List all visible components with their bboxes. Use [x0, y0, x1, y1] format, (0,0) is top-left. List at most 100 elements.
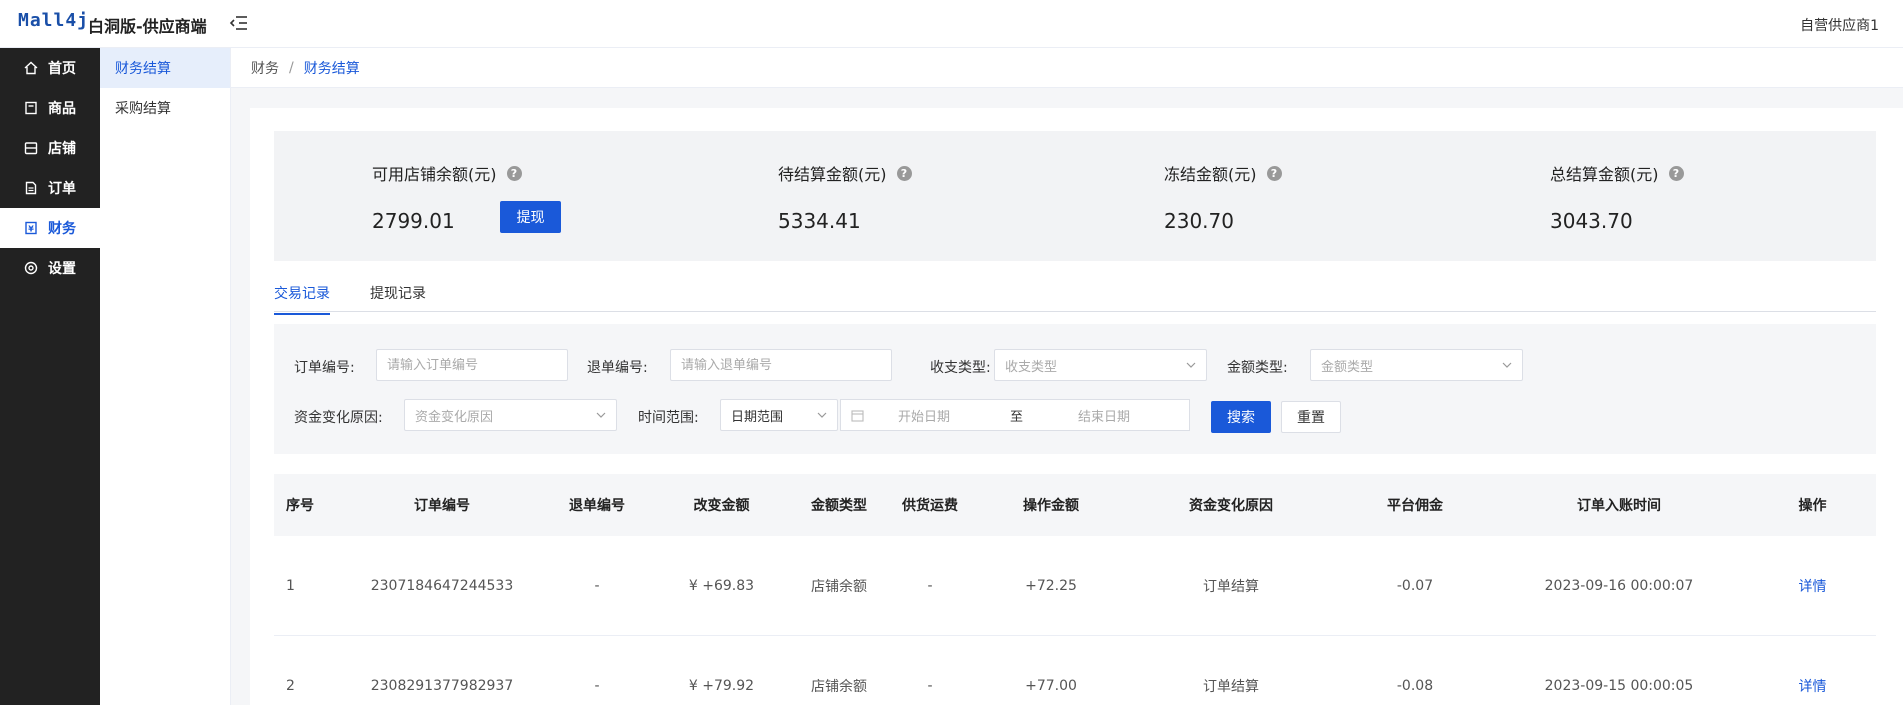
- amount-type-select[interactable]: 金额类型: [1310, 349, 1523, 381]
- refund-no-input[interactable]: [681, 357, 891, 373]
- sidebar-item-settings[interactable]: 设置: [0, 248, 100, 288]
- operation-amount-cell: +77.00: [1025, 677, 1077, 694]
- subnav-item-finance-settlement[interactable]: 财务结算: [100, 48, 230, 88]
- detail-link[interactable]: 详情: [1749, 576, 1876, 596]
- transaction-table: 序号 订单编号 退单编号 改变金额 金额类型 供货运费 操作金额 资金变化原因 …: [274, 474, 1876, 705]
- sidebar-item-home[interactable]: 首页: [0, 48, 100, 88]
- help-icon[interactable]: ?: [1266, 165, 1282, 181]
- reason-placeholder: 资金变化原因: [415, 409, 494, 425]
- finance-icon: ¥: [25, 221, 37, 235]
- io-type-placeholder: 收支类型: [1005, 359, 1058, 375]
- order-no-field[interactable]: [376, 349, 568, 381]
- menu-fold-icon[interactable]: [228, 12, 250, 34]
- sidebar-item-order[interactable]: 订单: [0, 168, 100, 208]
- logo: Mall4j: [18, 10, 90, 31]
- operation-amount-cell: +72.25: [1025, 577, 1077, 594]
- sidebar-item-goods[interactable]: 商品: [0, 88, 100, 128]
- total-settlement: 总结算金额(元) ? 3043.70: [1550, 161, 1684, 233]
- help-icon[interactable]: ?: [506, 165, 522, 181]
- table-header: 序号 订单编号 退单编号 改变金额 金额类型 供货运费 操作金额 资金变化原因 …: [274, 474, 1876, 536]
- home-icon: [24, 61, 38, 75]
- column-header: 操作: [1798, 498, 1827, 514]
- end-date-placeholder[interactable]: 结束日期: [1078, 406, 1130, 425]
- record-tabs: 交易记录 提现记录: [274, 280, 1876, 315]
- column-header: 平台佣金: [1387, 498, 1443, 514]
- search-button[interactable]: 搜索: [1211, 401, 1271, 433]
- table-row: 1 2307184647244533 - ¥ +69.83 店铺余额 - +72…: [274, 536, 1876, 636]
- freight-cell: -: [927, 577, 933, 594]
- column-header: 金额类型: [811, 498, 867, 514]
- date-range-picker[interactable]: 开始日期 至 结束日期: [840, 399, 1190, 431]
- commission-cell: -0.07: [1396, 577, 1434, 594]
- row-index: 2: [286, 677, 295, 694]
- balance-summary: 可用店铺余额(元) ? 2799.01 提现 待结算金额(元) ? 5334.4…: [274, 131, 1876, 261]
- filter-panel: 订单编号: 退单编号: 收支类型: 收支类型 金额类型: 金额类型 资金变化原因…: [274, 324, 1876, 454]
- tab-withdrawals[interactable]: 提现记录: [370, 283, 426, 313]
- detail-link[interactable]: 详情: [1749, 676, 1876, 696]
- top-header: Mall4j 白洞版-供应商端 自营供应商1: [0, 0, 1903, 48]
- pending-amount-label: 待结算金额(元): [778, 165, 887, 184]
- order-no-input[interactable]: [387, 357, 567, 373]
- refund-no-field[interactable]: [670, 349, 892, 381]
- time-range-type-value: 日期范围: [731, 409, 784, 425]
- reason-select[interactable]: 资金变化原因: [404, 399, 617, 431]
- chevron-down-icon: [1502, 362, 1512, 368]
- time-range-label: 时间范围:: [638, 410, 699, 426]
- amount-type-cell: 店铺余额: [811, 678, 867, 695]
- breadcrumb-parent[interactable]: 财务: [251, 58, 279, 78]
- app-title: 白洞版-供应商端: [88, 17, 207, 36]
- goods-icon: [25, 101, 37, 115]
- help-icon[interactable]: ?: [1668, 165, 1684, 181]
- breadcrumb: 财务 / 财务结算: [231, 48, 1903, 88]
- reason-cell: 订单结算: [1203, 578, 1259, 595]
- pending-amount-value: 5334.41: [778, 209, 861, 233]
- date-range-separator: 至: [1010, 409, 1024, 425]
- frozen-amount-label: 冻结金额(元): [1164, 165, 1257, 184]
- posted-time-cell: 2023-09-16 00:00:07: [1544, 577, 1694, 594]
- subnav-item-purchase-settlement[interactable]: 采购结算: [100, 88, 230, 128]
- sidebar-item-label: 财务: [48, 221, 76, 237]
- commission-cell: -0.08: [1396, 677, 1434, 694]
- reset-button[interactable]: 重置: [1281, 401, 1341, 433]
- start-date-placeholder[interactable]: 开始日期: [898, 406, 950, 425]
- help-icon[interactable]: ?: [896, 165, 912, 181]
- total-settlement-value: 3043.70: [1550, 209, 1633, 233]
- available-balance-label: 可用店铺余额(元): [372, 165, 497, 184]
- order-icon: [25, 181, 37, 195]
- frozen-amount: 冻结金额(元) ? 230.70: [1164, 161, 1282, 233]
- sidebar-item-label: 设置: [48, 261, 76, 277]
- io-type-label: 收支类型:: [930, 360, 991, 376]
- breadcrumb-current: 财务结算: [303, 60, 360, 77]
- time-range-type-select[interactable]: 日期范围: [720, 399, 838, 431]
- reason-label: 资金变化原因:: [294, 410, 383, 426]
- order-no-cell: 2307184647244533: [370, 577, 514, 594]
- tab-transactions[interactable]: 交易记录: [274, 283, 330, 315]
- sidebar-item-shop[interactable]: 店铺: [0, 128, 100, 168]
- refund-no-cell: -: [594, 577, 600, 594]
- column-header: 退单编号: [569, 498, 625, 514]
- sidebar-item-finance[interactable]: ¥ 财务: [0, 208, 100, 248]
- chevron-down-icon: [596, 412, 606, 418]
- column-header: 序号: [286, 498, 314, 514]
- column-header: 操作金额: [1023, 498, 1079, 514]
- user-name[interactable]: 自营供应商1: [1800, 15, 1879, 35]
- sidebar-item-label: 首页: [48, 61, 76, 77]
- chevron-down-icon: [1186, 362, 1196, 368]
- change-amount-cell: ¥ +79.92: [688, 677, 755, 694]
- column-header: 资金变化原因: [1189, 498, 1273, 514]
- column-header: 供货运费: [902, 498, 958, 514]
- svg-text:¥: ¥: [28, 225, 34, 234]
- calendar-icon: [851, 409, 864, 422]
- io-type-select[interactable]: 收支类型: [994, 349, 1207, 381]
- change-amount-cell: ¥ +69.83: [688, 577, 755, 594]
- amount-type-label: 金额类型:: [1227, 360, 1288, 376]
- shop-icon: [24, 142, 38, 155]
- amount-type-cell: 店铺余额: [811, 578, 867, 595]
- total-settlement-label: 总结算金额(元): [1550, 165, 1659, 184]
- sub-navigation: 财务结算 采购结算: [100, 48, 231, 705]
- table-row: 2 2308291377982937 - ¥ +79.92 店铺余额 - +77…: [274, 636, 1876, 705]
- sidebar-item-label: 商品: [48, 101, 76, 117]
- pending-amount: 待结算金额(元) ? 5334.41: [778, 161, 912, 233]
- column-header: 订单编号: [414, 498, 470, 514]
- withdraw-button[interactable]: 提现: [500, 201, 561, 233]
